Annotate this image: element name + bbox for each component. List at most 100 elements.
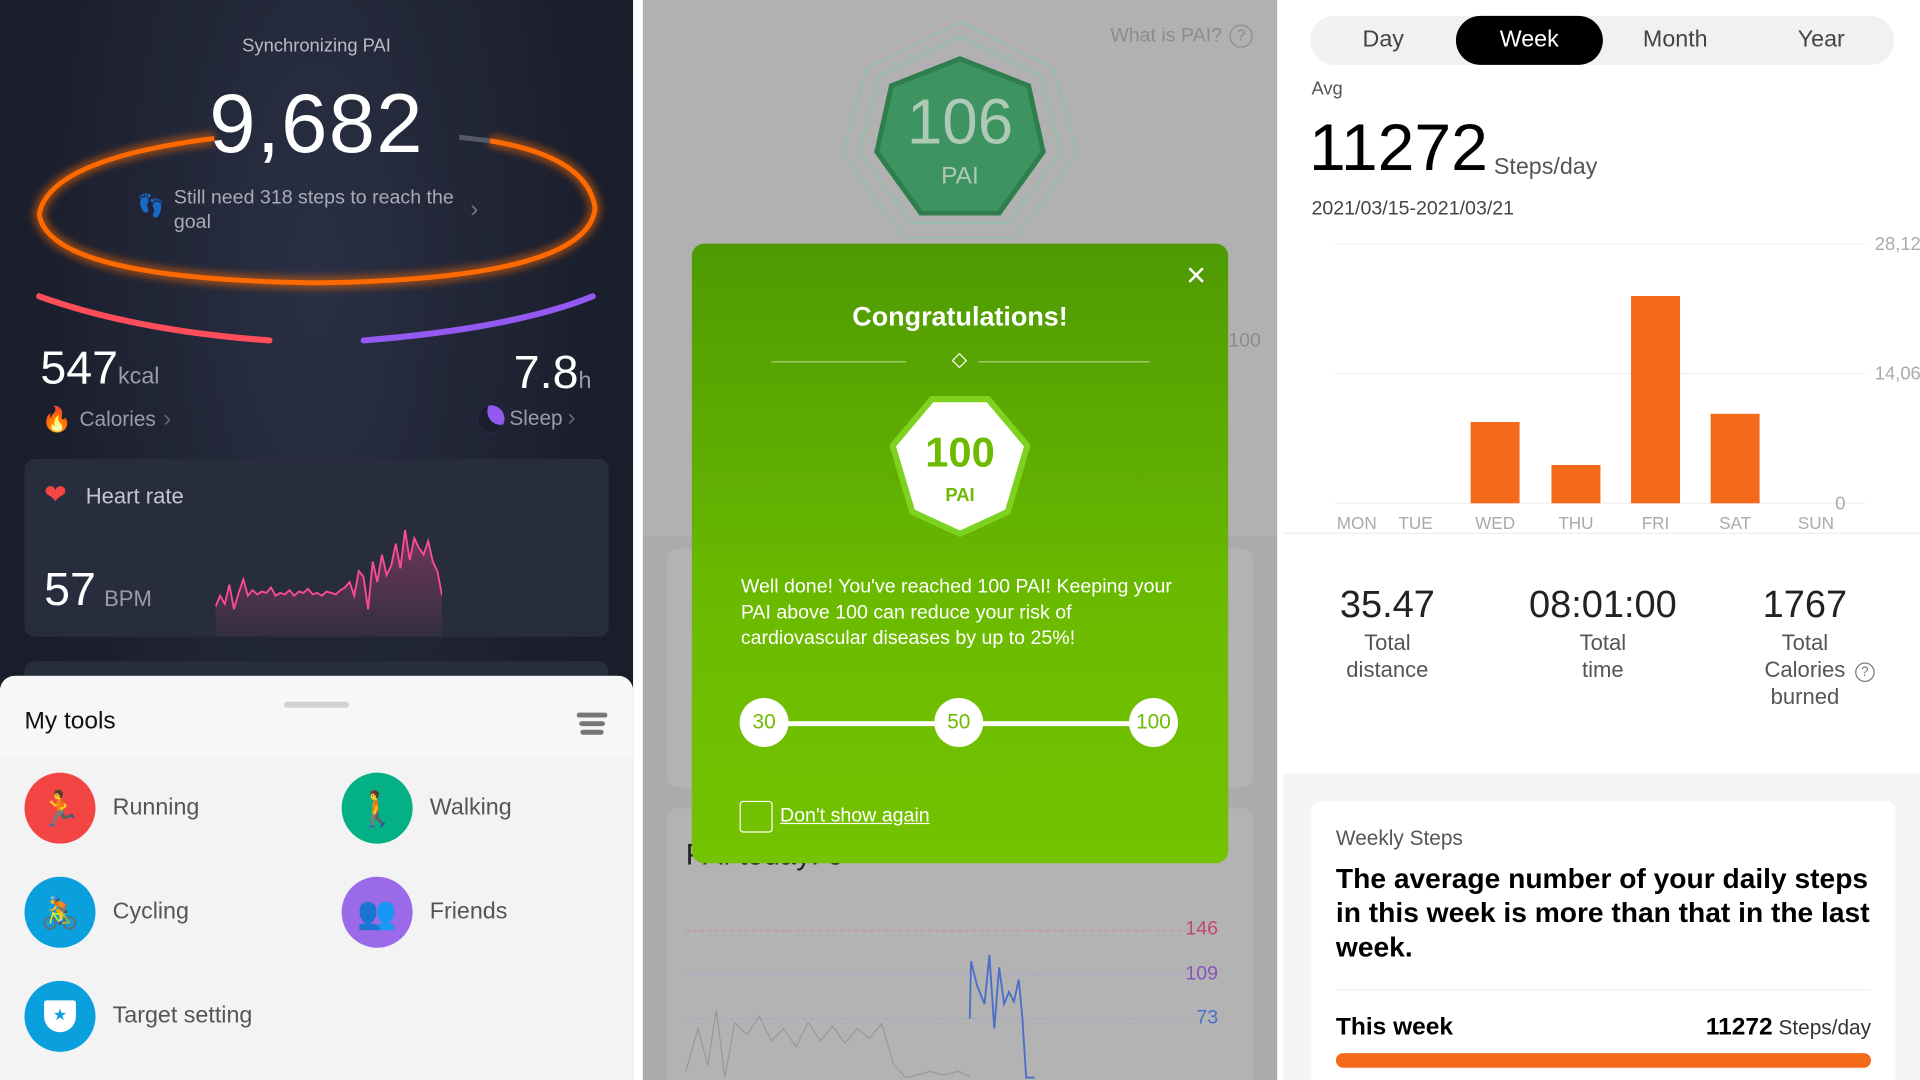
- sleep-ring: [360, 293, 596, 344]
- dont-show-checkbox[interactable]: [739, 800, 773, 833]
- tool-walking[interactable]: 🚶 Walking: [341, 772, 512, 844]
- heart-icon: ❤: [44, 478, 67, 510]
- tab-day[interactable]: Day: [1310, 16, 1456, 65]
- total-distance-value: 35.47: [1339, 582, 1435, 626]
- weekly-title: Weekly Steps: [1335, 826, 1463, 850]
- x-tick-label: TUE: [1398, 513, 1432, 533]
- tab-month[interactable]: Month: [1602, 16, 1748, 65]
- heart-rate-label: Heart rate: [85, 483, 184, 509]
- dialog-message: Well done! You've reached 100 PAI! Keepi…: [740, 576, 1172, 649]
- tool-cycling[interactable]: 🚴 Cycling: [24, 876, 189, 948]
- badge-unit: PAI: [945, 484, 975, 506]
- target-icon: ★: [24, 980, 96, 1052]
- tool-label: Cycling: [112, 898, 189, 925]
- x-tick-label: THU: [1558, 513, 1593, 533]
- total-calories-value: 1767: [1762, 582, 1848, 626]
- pai-screen: What is PAI? ? 106 PAI 100 PAI today: 0 …: [642, 0, 1278, 1080]
- friends-icon: 👥: [341, 876, 413, 948]
- step-count: 9,682: [209, 77, 424, 171]
- sleep-stat[interactable]: 7.8h: [514, 348, 592, 401]
- this-week-label: This week: [1335, 1013, 1454, 1041]
- sleep-value: 7.8: [513, 347, 579, 400]
- activity-screen: Synchronizing PAI 9,682 👣 Still need 318…: [0, 0, 634, 1080]
- tool-label: Friends: [429, 898, 508, 925]
- diamond-icon: [951, 352, 968, 369]
- tab-year[interactable]: Year: [1748, 16, 1894, 65]
- x-tick-label: SUN: [1798, 513, 1834, 533]
- pai-heart-rate-chart: [685, 930, 1188, 1079]
- dialog-title: Congratulations!: [852, 301, 1068, 332]
- total-time-value: 08:01:00: [1528, 582, 1677, 626]
- avg-label: Avg: [1311, 78, 1343, 100]
- divider: [1283, 532, 1920, 534]
- zone-label-73: 73: [1196, 1007, 1219, 1029]
- close-icon[interactable]: ×: [1186, 258, 1206, 292]
- chevron-right-icon[interactable]: ›: [470, 196, 478, 224]
- tool-target-setting[interactable]: ★ Target setting: [24, 980, 252, 1052]
- this-week-stat: 11272 Steps/day: [1706, 1014, 1871, 1042]
- milestone-30: 30: [739, 697, 789, 747]
- this-week-value: 11272: [1705, 1013, 1773, 1041]
- tool-running[interactable]: 🏃 Running: [24, 772, 200, 844]
- bar-sat[interactable]: [1710, 413, 1760, 504]
- calories-label: Calories: [79, 407, 156, 431]
- total-calories-stat: 1767 Total Calories burned: [1707, 583, 1903, 710]
- heart-rate-value: 57: [44, 564, 96, 616]
- tool-label: Walking: [429, 794, 512, 821]
- total-time-label: Total time: [1579, 630, 1627, 683]
- heart-rate-card[interactable]: ❤ Heart rate 57 BPM: [24, 459, 609, 637]
- zone-label-109: 109: [1185, 963, 1219, 985]
- cycling-icon: 🚴: [24, 876, 96, 948]
- what-is-pai-link[interactable]: What is PAI? ?: [1110, 24, 1253, 48]
- drag-handle[interactable]: [284, 701, 349, 708]
- dont-show-again-label[interactable]: Don't show again: [780, 806, 930, 828]
- help-icon[interactable]: ?: [1855, 662, 1875, 683]
- bar-fri[interactable]: [1631, 296, 1681, 504]
- calories-unit: kcal: [118, 363, 160, 390]
- pai-axis-100: 100: [1228, 330, 1261, 352]
- running-icon: 🏃: [24, 772, 96, 844]
- sleep-unit: h: [578, 368, 592, 395]
- tool-label: Running: [112, 794, 200, 821]
- heart-rate-unit: BPM: [104, 586, 152, 612]
- sync-status: Synchronizing PAI: [242, 35, 391, 57]
- weekly-message: The average number of your daily steps i…: [1335, 862, 1870, 963]
- calories-ring: [36, 293, 273, 344]
- weekly-steps-chart: 0 14,060 28,120 MON TUE WED THU FRI SAT SUN: [1334, 233, 1920, 533]
- badge-value: 100: [925, 429, 995, 477]
- zone-label-146: 146: [1185, 918, 1219, 940]
- tools-title: My tools: [24, 707, 116, 735]
- x-tick-label: MON: [1337, 513, 1377, 533]
- walking-icon: 🚶: [341, 772, 413, 844]
- my-tools-sheet: My tools 🏃 Running 🚶 Walking 🚴 Cycling 👥 Fri…: [0, 675, 634, 1080]
- tool-friends[interactable]: 👥 Friends: [341, 876, 508, 948]
- milestone-100: 100: [1128, 697, 1178, 747]
- goal-message[interactable]: Still need 318 steps to reach the goal: [174, 186, 468, 235]
- milestone-50: 50: [934, 697, 984, 747]
- total-time-stat: 08:01:00 Total time: [1505, 583, 1701, 683]
- sleep-link[interactable]: Sleep ›: [477, 404, 576, 432]
- this-week-progress-bar: [1335, 1053, 1872, 1068]
- what-is-pai-label: What is PAI?: [1110, 25, 1223, 46]
- tab-week[interactable]: Week: [1456, 15, 1603, 65]
- total-calories-label: Total Calories burned: [1764, 630, 1846, 709]
- congratulations-dialog: × Congratulations! 100 PAI Well done! Yo…: [691, 243, 1229, 864]
- calories-stat[interactable]: 547kcal: [40, 343, 159, 396]
- divider: [1335, 989, 1872, 991]
- weekly-steps-card: Weekly Steps The average number of your …: [1311, 800, 1896, 1080]
- period-tabs: Day Week Month Year: [1310, 15, 1895, 65]
- x-tick-label: SAT: [1719, 513, 1752, 533]
- bar-thu[interactable]: [1551, 464, 1601, 504]
- total-distance-label: Total distance: [1346, 630, 1429, 683]
- total-distance-stat: 35.47 Total distance: [1289, 583, 1485, 683]
- moon-icon: [477, 404, 505, 432]
- calories-link[interactable]: 🔥 Calories ›: [42, 404, 172, 435]
- flame-icon: 🔥: [41, 406, 73, 434]
- x-tick-label: WED: [1475, 513, 1515, 533]
- chevron-right-icon: ›: [567, 404, 576, 432]
- y-tick-label: 14,060: [1875, 363, 1920, 384]
- divider: [771, 361, 907, 363]
- menu-icon[interactable]: [576, 712, 608, 735]
- y-tick-label: 28,120: [1875, 233, 1920, 254]
- bar-wed[interactable]: [1470, 422, 1520, 504]
